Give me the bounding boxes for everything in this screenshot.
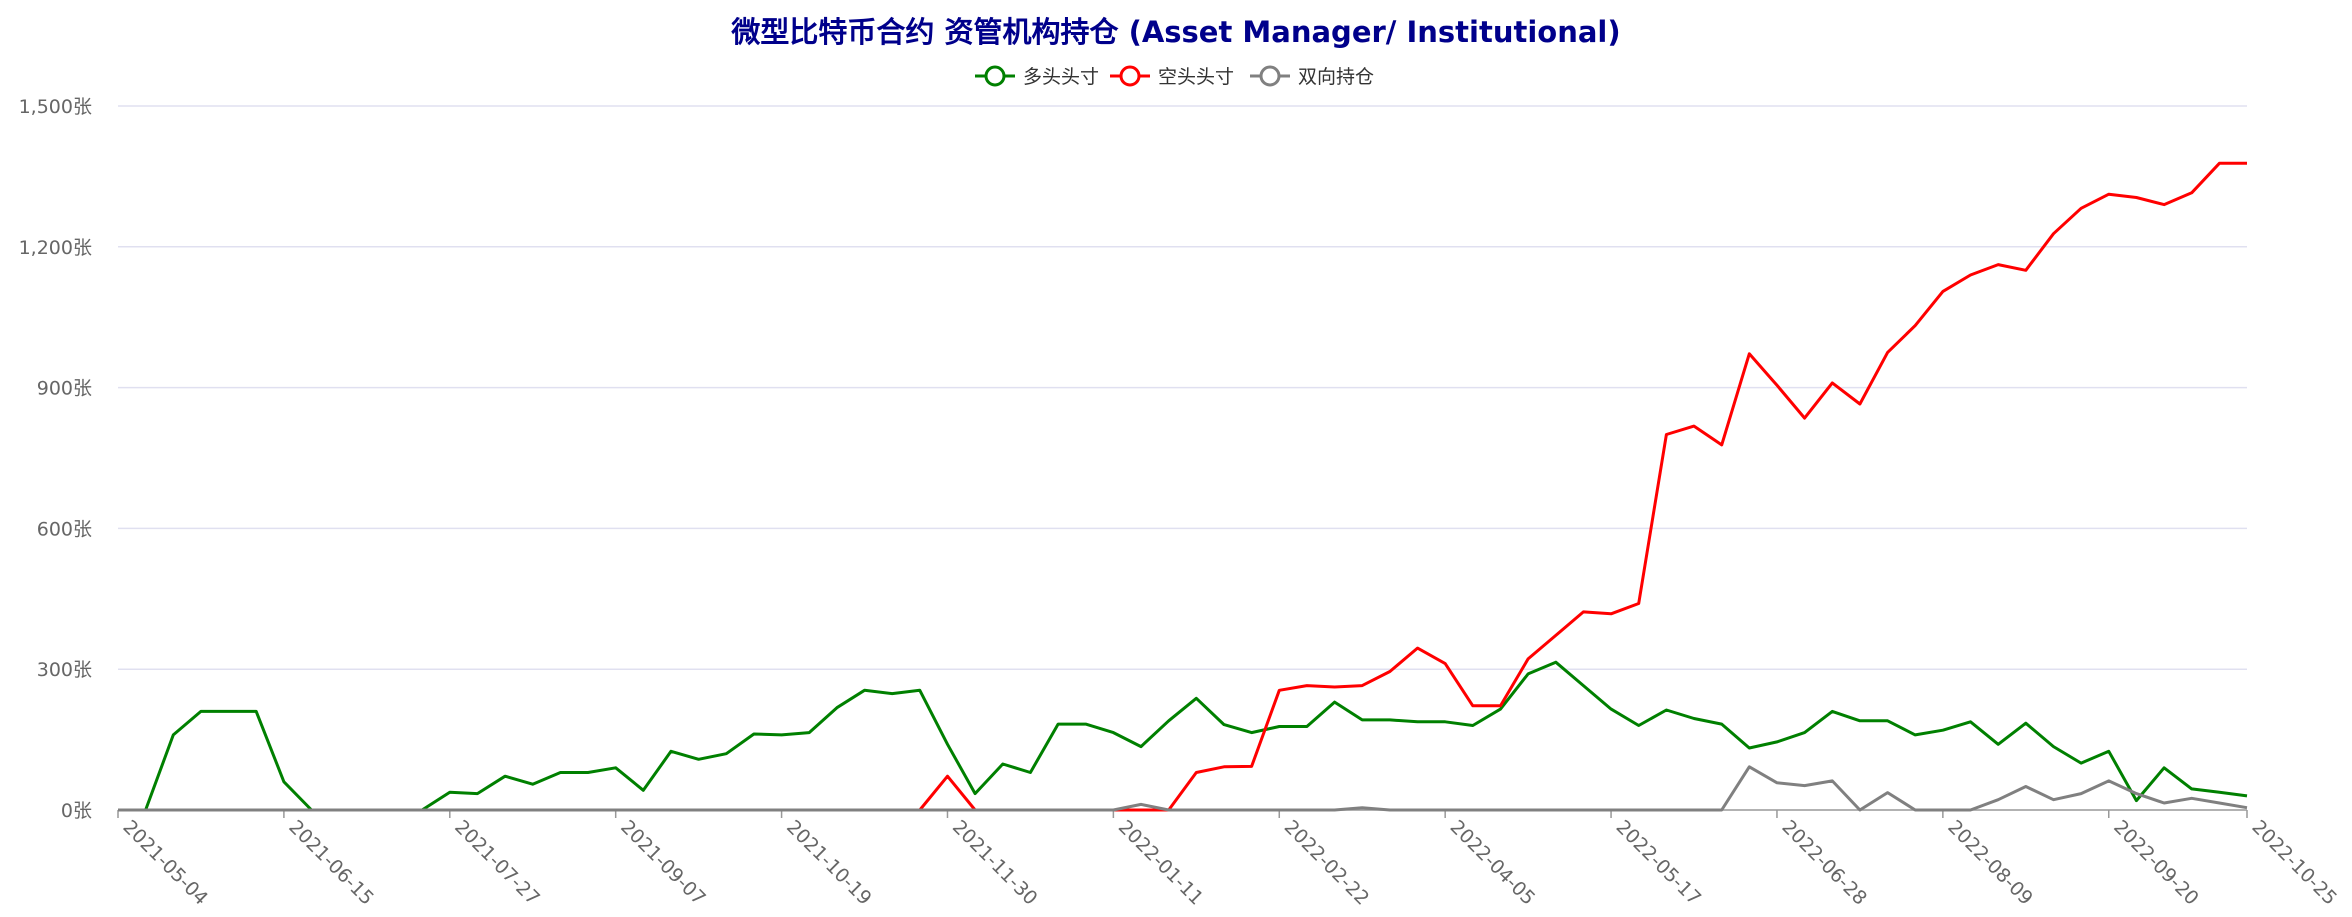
x-tick-label: 2022-02-22 xyxy=(1280,816,1374,910)
legend-label: 双向持仓 xyxy=(1298,66,1374,88)
series-line-2 xyxy=(118,765,2248,812)
y-tick-label: 1,500张 xyxy=(19,96,92,118)
chart-container: 微型比特币合约 资管机构持仓 (Asset Manager/ Instituti… xyxy=(0,0,2352,917)
legend-label: 多头头寸 xyxy=(1023,66,1099,88)
x-tick-label: 2021-10-19 xyxy=(782,816,876,910)
legend: 多头头寸 空头头寸 双向持仓 xyxy=(975,65,1374,88)
series-line-1 xyxy=(118,161,2247,812)
y-tick-label: 600张 xyxy=(37,518,92,540)
legend-label: 空头头寸 xyxy=(1158,66,1234,88)
series-lines xyxy=(118,161,2248,812)
x-tick-label: 2022-06-28 xyxy=(1777,816,1871,910)
x-axis: 2021-05-04 2021-06-15 2021-07-27 2021-09-07… xyxy=(117,809,2341,910)
legend-item[interactable]: 多头头寸 xyxy=(975,65,1099,88)
chart-title: 微型比特币合约 资管机构持仓 (Asset Manager/ Instituti… xyxy=(730,15,1620,49)
x-tick-label: 2022-04-05 xyxy=(1446,816,1540,910)
legend-item[interactable]: 空头头寸 xyxy=(1110,65,1234,88)
line-chart: 微型比特币合约 资管机构持仓 (Asset Manager/ Instituti… xyxy=(19,15,2342,910)
legend-circle-icon xyxy=(1119,65,1141,87)
series-line-0 xyxy=(118,660,2248,812)
x-tick-label: 2022-05-17 xyxy=(1612,816,1706,910)
x-tick-label: 2021-09-07 xyxy=(616,816,710,910)
y-tick-label: 900张 xyxy=(37,378,92,400)
x-tick-label: 2021-05-04 xyxy=(118,816,212,910)
y-axis: 0张 300张 600张 900张 1,200张 1,500张 xyxy=(19,96,92,822)
y-tick-label: 300张 xyxy=(37,659,92,681)
x-tick-label: 2021-07-27 xyxy=(450,816,544,910)
grid-lines xyxy=(118,105,2247,670)
legend-item[interactable]: 双向持仓 xyxy=(1250,65,1374,88)
x-tick-label: 2021-06-15 xyxy=(284,816,378,910)
x-tick-label: 2022-01-11 xyxy=(1114,816,1208,910)
legend-circle-icon xyxy=(1259,65,1281,87)
y-tick-label: 1,200张 xyxy=(19,237,92,259)
x-tick-label: 2021-11-30 xyxy=(948,816,1042,910)
x-tick-label: 2022-10-25 xyxy=(2247,816,2341,910)
y-tick-label: 0张 xyxy=(61,800,92,822)
legend-circle-icon xyxy=(984,65,1006,87)
x-tick-label: 2022-09-20 xyxy=(2109,816,2203,910)
x-tick-label: 2022-08-09 xyxy=(1943,816,2037,910)
